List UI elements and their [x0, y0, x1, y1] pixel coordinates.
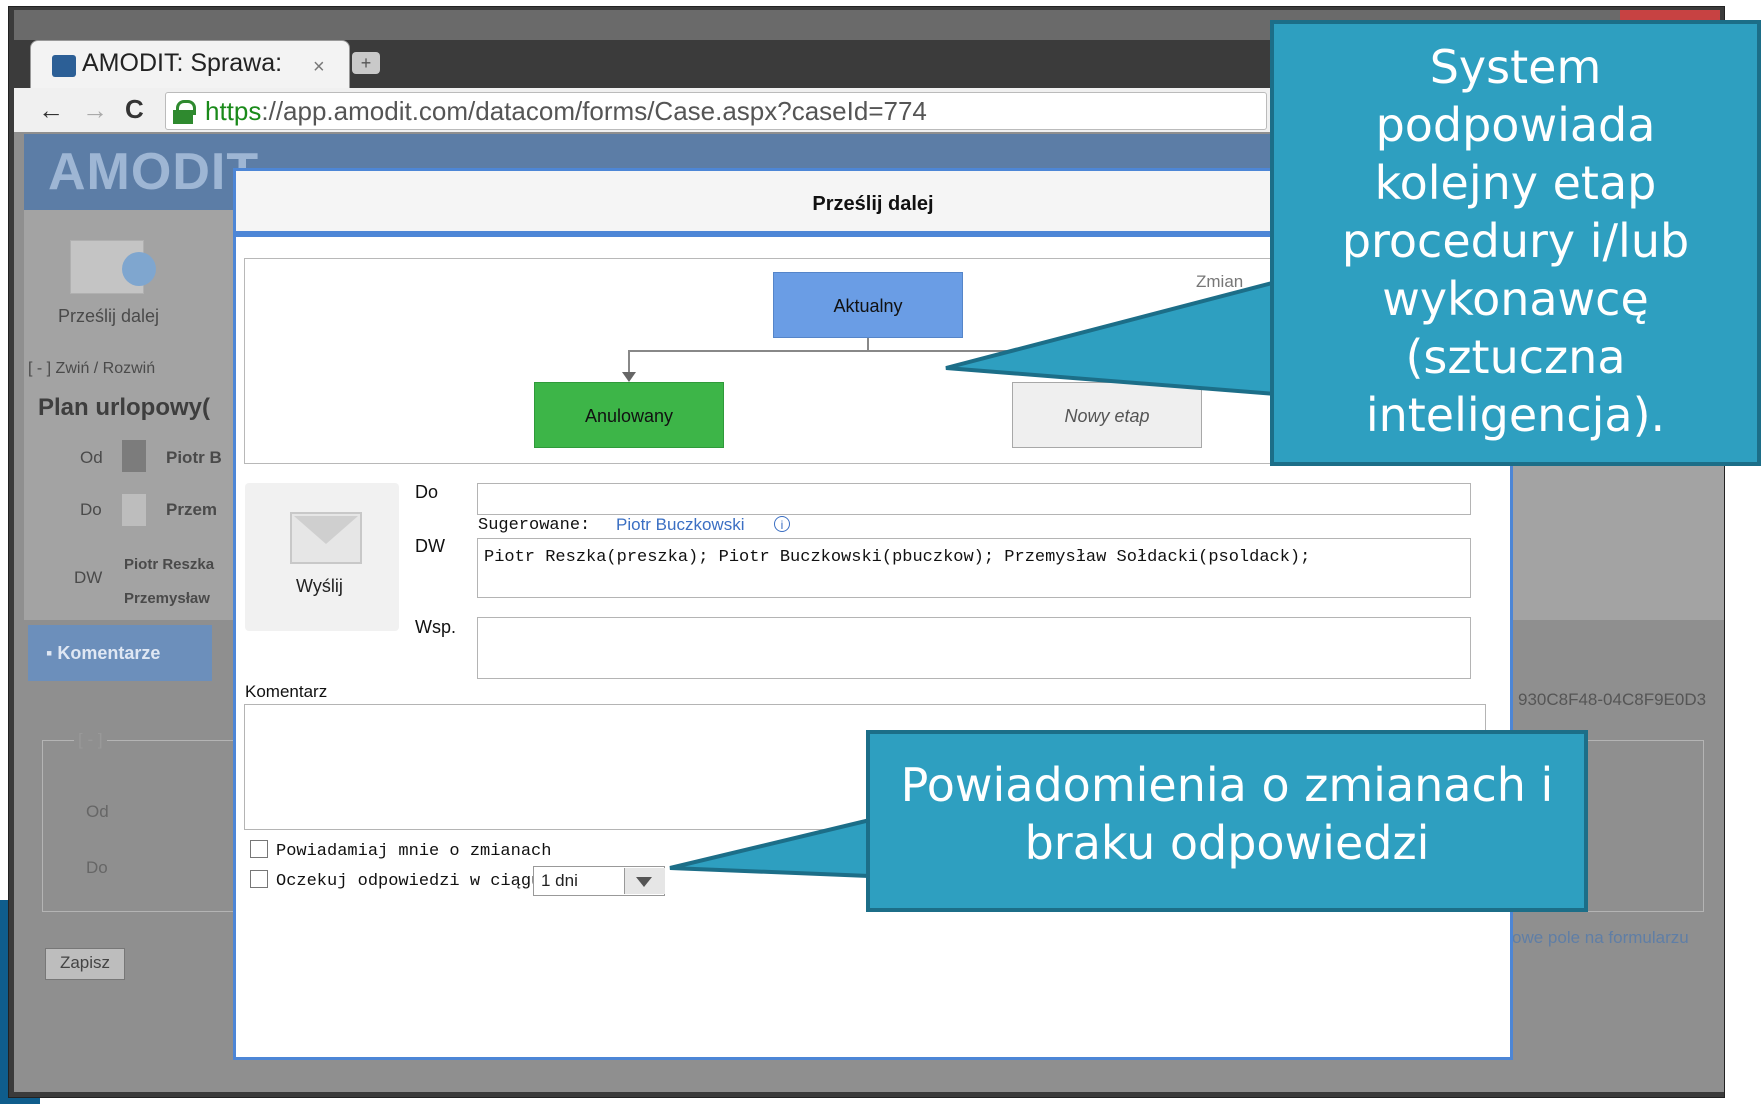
callout-bottom-pointer: [669, 817, 872, 879]
callout-top-pointer: [945, 279, 1278, 397]
callout-top: System podpowiada kolejny etap procedury…: [1270, 20, 1761, 466]
callout-bottom: Powiadomienia o zmianach i braku odpowie…: [866, 730, 1588, 912]
